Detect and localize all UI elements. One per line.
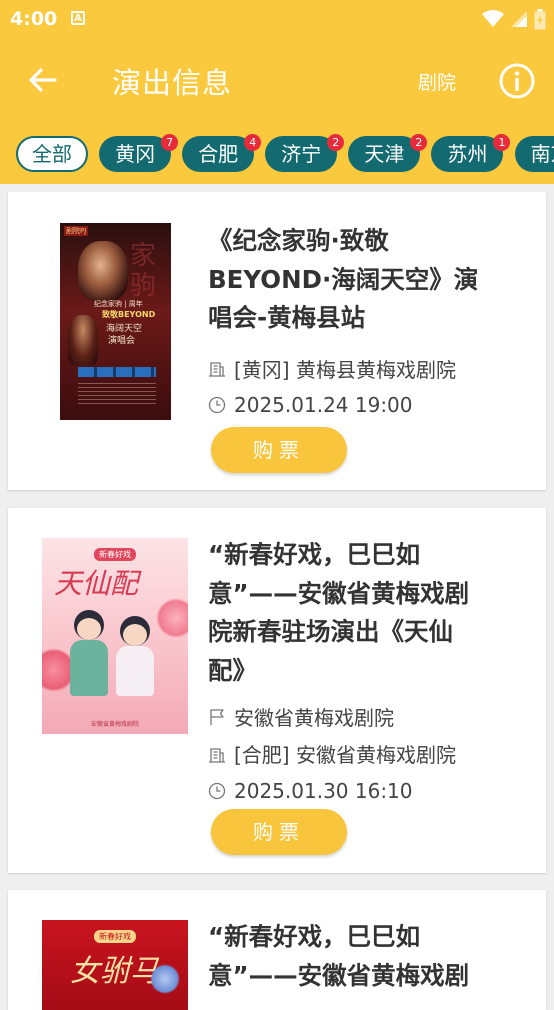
time-row: 2025.01.30 16:10 (208, 772, 508, 809)
count-badge: 2 (410, 134, 428, 151)
poster-tag: 新春好戏 (94, 930, 136, 943)
city-chip-jining[interactable]: 济宁 2 (265, 134, 345, 172)
wifi-icon (482, 10, 504, 27)
poster-line: 致敬BEYOND (102, 310, 156, 319)
poster-ticket-strip (78, 367, 156, 377)
city-chip-tianjin[interactable]: 天津 2 (348, 134, 428, 172)
show-poster-tianxianpei[interactable]: 新春好戏 天仙配 安徽省黄梅戏剧院 (42, 538, 188, 734)
time-text: 2025.01.24 19:00 (234, 393, 413, 417)
city-chip-nanjing[interactable]: 南京 (514, 136, 554, 172)
organizer-row: 安徽省黄梅戏剧院 (208, 698, 508, 735)
city-filter-bar: 全部 黄冈 7 合肥 4 济宁 2 天津 2 苏州 1 南京 (0, 122, 554, 184)
buy-ticket-button[interactable]: 购票 (211, 427, 347, 473)
app-bar: 演出信息 剧院 (0, 38, 554, 122)
time-row: 2025.01.24 19:00 (208, 387, 508, 424)
poster-guitarist-figure (68, 315, 98, 365)
city-chip-hefei[interactable]: 合肥 4 (182, 134, 262, 172)
venue-text: [黄冈] 黄梅县黄梅戏剧院 (234, 357, 456, 382)
show-info: “新春好戏，巳巳如意”——安徽省黄梅戏剧院新春驻场演出《天仙配》 安徽省黄梅戏剧… (208, 536, 508, 809)
accessibility-notification-icon: A (71, 11, 85, 25)
time-text: 2025.01.30 16:10 (234, 778, 413, 803)
count-badge: 7 (161, 134, 179, 151)
signal-icon (511, 11, 527, 27)
poster-calligraphy: 天仙配 (54, 567, 139, 600)
city-chip-label: 黄冈 (115, 142, 156, 166)
poster-character-left (68, 610, 110, 696)
poster-calligraphy-mark: 家驹 (130, 241, 157, 301)
poster-calligraphy: 女驸马 (70, 954, 160, 989)
show-card[interactable]: 新春好戏 天仙配 安徽省黄梅戏剧院 “新春好戏，巳巳如意”——安徽省黄梅戏剧院新… (8, 508, 546, 873)
building-icon (209, 747, 225, 763)
poster-fine-print (78, 383, 156, 405)
theater-link[interactable]: 剧院 (418, 68, 456, 95)
city-chip-list: 全部 黄冈 7 合肥 4 济宁 2 天津 2 苏州 1 南京 (16, 134, 554, 172)
venue-row: [黄冈] 黄梅县黄梅戏剧院 (208, 350, 508, 387)
city-chip-all[interactable]: 全部 (16, 136, 88, 172)
status-time: 4:00 (10, 8, 58, 30)
flag-icon (210, 708, 224, 725)
clock-icon (208, 782, 226, 799)
venue-row: [合肥] 安徽省黄梅戏剧院 (208, 735, 508, 772)
count-badge: 1 (493, 134, 511, 151)
city-chip-label: 天津 (364, 142, 405, 166)
building-icon (209, 362, 225, 377)
city-chip-suzhou[interactable]: 苏州 1 (431, 134, 511, 172)
city-chip-huanggang[interactable]: 黄冈 7 (99, 134, 179, 172)
show-card[interactable]: 剧院PJ 家驹 纪念家驹 | 周年 致敬BEYOND 海阔天空 演唱会 《纪念家… (8, 192, 546, 490)
show-title[interactable]: 《纪念家驹·致敬BEYOND·海阔天空》演唱会-黄梅县站 (208, 222, 488, 338)
buy-ticket-button[interactable]: 购票 (211, 809, 347, 855)
poster-singer-figure (78, 241, 128, 301)
poster-tag: 新春好戏 (94, 548, 136, 561)
poster-flower (150, 964, 180, 994)
show-title[interactable]: “新春好戏，巳巳如意”——安徽省黄梅戏剧 (208, 918, 488, 995)
poster-footer: 安徽省黄梅戏剧院 (90, 721, 139, 728)
show-title[interactable]: “新春好戏，巳巳如意”——安徽省黄梅戏剧院新春驻场演出《天仙配》 (208, 536, 488, 690)
organizer-text: 安徽省黄梅戏剧院 (234, 706, 394, 730)
show-info: 《纪念家驹·致敬BEYOND·海阔天空》演唱会-黄梅县站 [黄冈] 黄梅县黄梅戏… (208, 222, 508, 424)
show-poster-nvfuma[interactable]: 新春好戏 女驸马 (42, 920, 188, 1010)
city-chip-label: 合肥 (198, 142, 239, 166)
battery-icon (534, 8, 546, 29)
city-chip-label: 济宁 (281, 142, 322, 166)
info-icon[interactable] (498, 62, 536, 100)
count-badge: 2 (327, 134, 345, 151)
poster-tag: 剧院PJ (64, 226, 89, 236)
city-chip-label: 苏州 (447, 142, 488, 166)
page-title: 演出信息 (112, 66, 233, 100)
show-card[interactable]: 新春好戏 女驸马 “新春好戏，巳巳如意”——安徽省黄梅戏剧 (8, 890, 546, 1010)
count-badge: 4 (244, 134, 262, 151)
poster-line: 纪念家驹 | 周年 (94, 300, 143, 308)
show-info: “新春好戏，巳巳如意”——安徽省黄梅戏剧 (208, 918, 508, 995)
clock-icon (208, 396, 226, 414)
system-icons (482, 8, 546, 30)
back-arrow-icon[interactable] (24, 62, 60, 98)
status-bar: 4:00 A (0, 0, 554, 38)
show-poster-beyond[interactable]: 剧院PJ 家驹 纪念家驹 | 周年 致敬BEYOND 海阔天空 演唱会 (60, 223, 171, 420)
city-chip-label: 南京 (530, 142, 554, 166)
poster-character-right (114, 616, 156, 696)
venue-text: [合肥] 安徽省黄梅戏剧院 (234, 743, 456, 767)
city-chip-label: 全部 (32, 142, 72, 166)
poster-line: 演唱会 (108, 336, 136, 346)
poster-flower-right (156, 598, 188, 638)
